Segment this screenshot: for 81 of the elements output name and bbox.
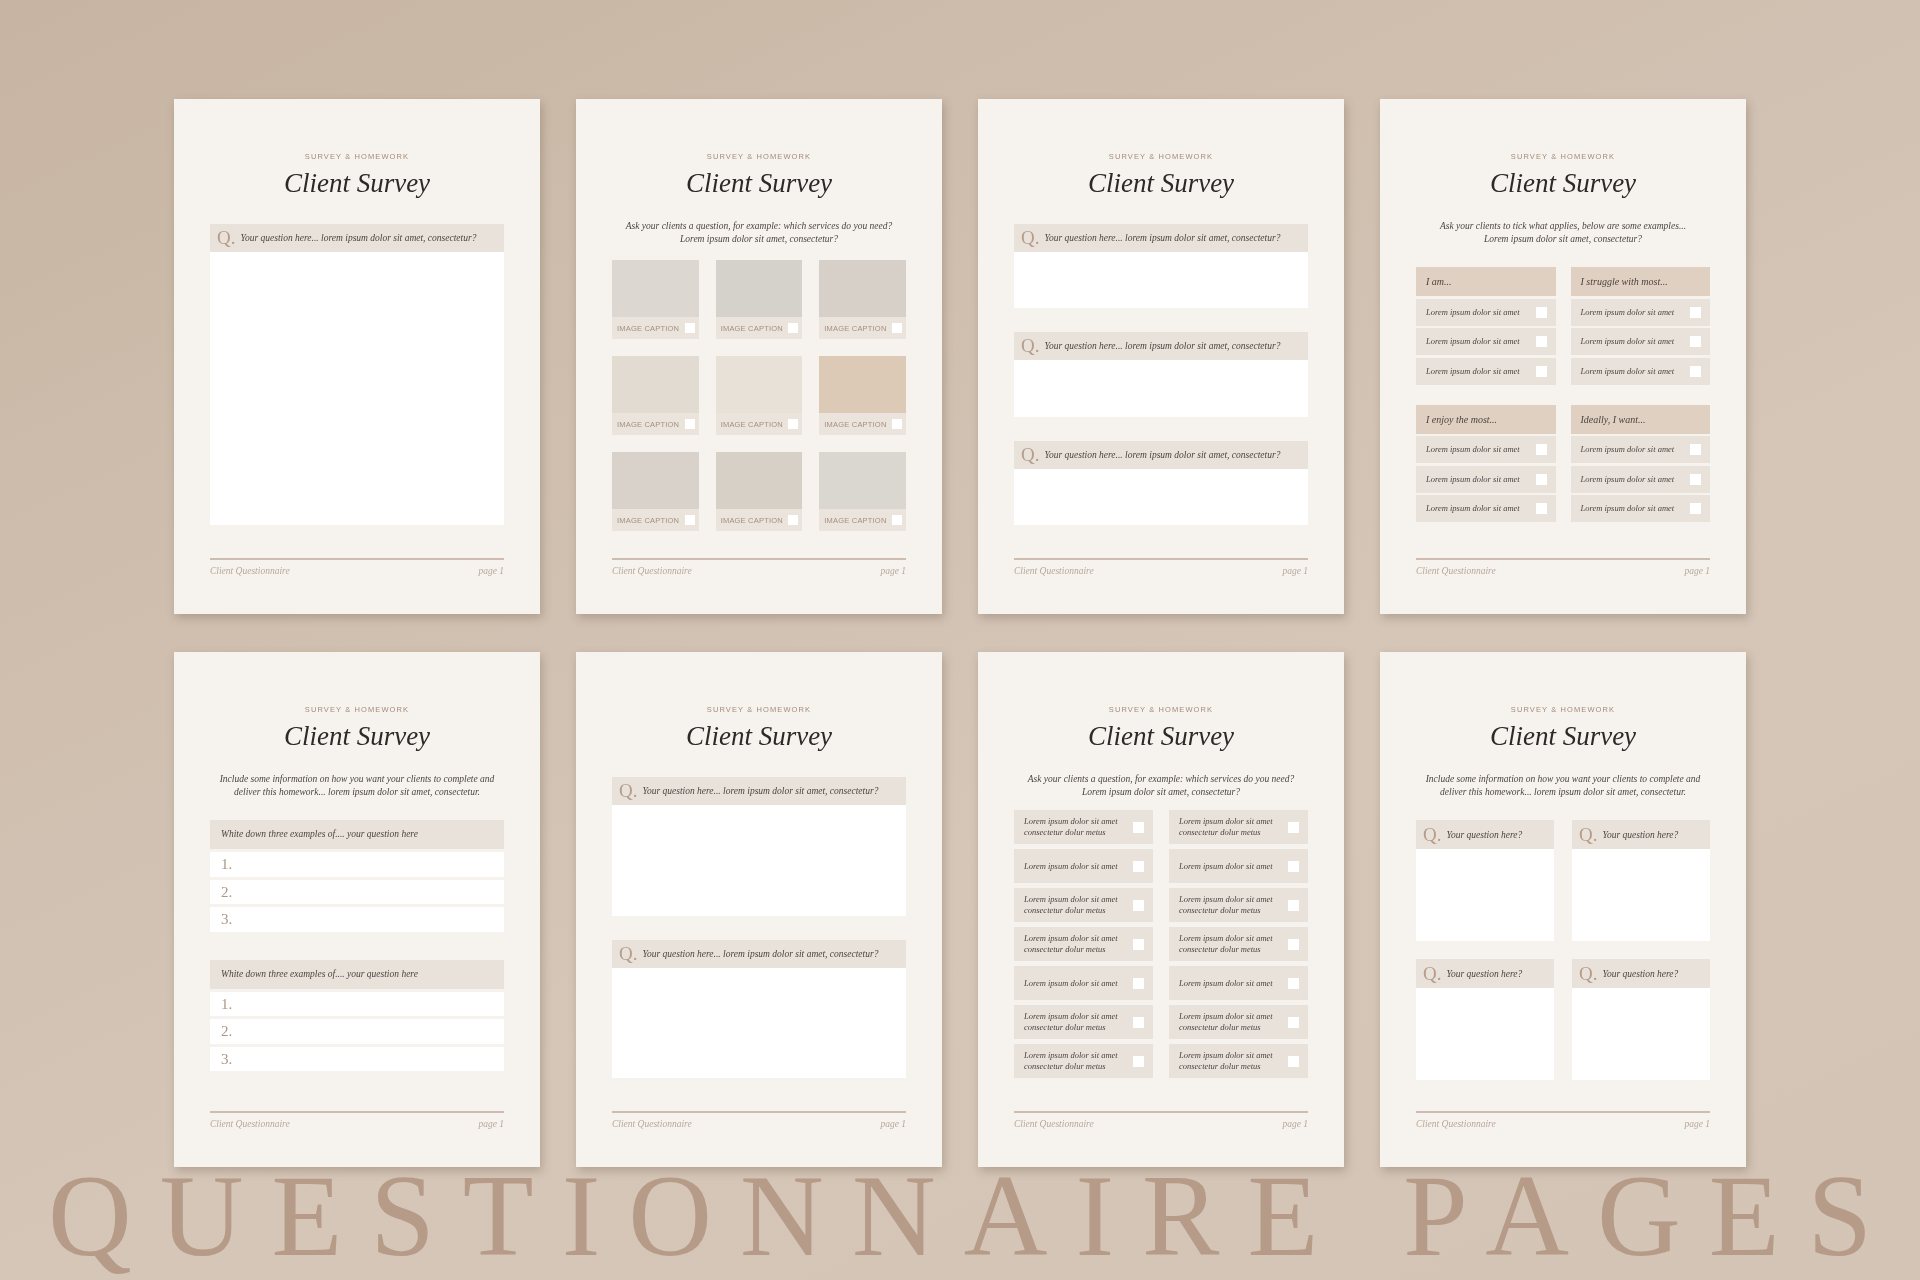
option-text: Lorem ipsum dolor sit amet xyxy=(1179,977,1273,989)
option-text: Lorem ipsum dolor sit amet consectetur dolur metus xyxy=(1024,1011,1118,1033)
question-marker: Q. xyxy=(1021,336,1040,357)
footer-title: Client Questionnaire xyxy=(210,565,290,577)
question-text: Your question here... lorem ipsum dolor sit amet, consectetur? xyxy=(1044,340,1281,353)
footer-title: Client Questionnaire xyxy=(1014,1118,1094,1130)
option-text: Lorem ipsum dolor sit amet xyxy=(1580,306,1675,318)
option-text: Lorem ipsum dolor sit amet xyxy=(1426,473,1520,485)
question-marker: Q. xyxy=(1423,824,1442,845)
question-text: Your question here... lorem ipsum dolor sit amet, consectetur? xyxy=(642,947,879,960)
question-marker: Q. xyxy=(217,228,236,248)
option-text: Lorem ipsum dolor sit amet consectetur dolur metus xyxy=(1179,1011,1273,1033)
page-description: Ask your clients to tick what applies, below are some examples... Lorem ipsum dolor sit amet, consectetur? xyxy=(1439,220,1687,246)
option-text: Lorem ipsum dolor sit amet consectetur dolur metus xyxy=(1179,894,1273,916)
page-title: Client Survey xyxy=(1087,167,1235,199)
footer-title: Client Questionnaire xyxy=(1416,1118,1496,1130)
page-description: Include some information on how you want your clients to complete and deliver this homework... lorem ipsum dolor sit amet, consectetur. xyxy=(219,773,495,799)
page-title: Client Survey xyxy=(1087,720,1235,752)
option-text: Lorem ipsum dolor sit amet xyxy=(1580,503,1675,514)
option-text: Lorem ipsum dolor sit amet xyxy=(1179,860,1273,872)
page-number: page 1 xyxy=(1282,1118,1308,1130)
group-heading: I am... xyxy=(1416,267,1556,296)
option-text: Lorem ipsum dolor sit amet xyxy=(1024,860,1118,872)
footer-title: Client Questionnaire xyxy=(210,1118,290,1130)
option-text: Lorem ipsum dolor sit amet consectetur dolur metus xyxy=(1179,933,1273,955)
group-heading: I struggle with most... xyxy=(1570,267,1710,296)
option-text: Lorem ipsum dolor sit amet xyxy=(1426,306,1520,318)
prompt-heading: White down three examples of.... your question here xyxy=(210,959,504,989)
question-marker: Q. xyxy=(619,943,638,964)
question-text: Your question here... lorem ipsum dolor sit amet, consectetur? xyxy=(1044,448,1281,461)
option-text: Lorem ipsum dolor sit amet xyxy=(1024,977,1118,989)
page-title: Client Survey xyxy=(283,720,431,752)
footer-title: Client Questionnaire xyxy=(612,1118,692,1130)
option-text: Lorem ipsum dolor sit amet xyxy=(1580,444,1675,455)
prompt-heading: White down three examples of.... your question here xyxy=(210,820,504,849)
footer-title: Client Questionnaire xyxy=(1014,565,1094,577)
option-text: Lorem ipsum dolor sit amet xyxy=(1426,444,1520,455)
footer-title: Client Questionnaire xyxy=(1416,565,1496,577)
page-title: Client Survey xyxy=(283,167,431,199)
option-text: Lorem ipsum dolor sit amet xyxy=(1426,336,1520,347)
page-title: Client Survey xyxy=(685,720,833,752)
option-text: Lorem ipsum dolor sit amet xyxy=(1580,473,1675,485)
page-title: Client Survey xyxy=(1489,167,1637,199)
page-number: page 1 xyxy=(1684,565,1710,577)
footer-title: Client Questionnaire xyxy=(612,565,692,577)
page-number: page 1 xyxy=(1282,565,1308,577)
question-text: Your question here? xyxy=(1602,828,1679,841)
page-number: page 1 xyxy=(880,565,906,577)
page-title: Client Survey xyxy=(1489,720,1637,752)
question-marker: Q. xyxy=(1423,963,1442,984)
page-number: page 1 xyxy=(1684,1118,1710,1130)
option-text: Lorem ipsum dolor sit amet consectetur dolur metus xyxy=(1024,933,1118,955)
page-description: Ask your clients a question, for example: which services do you need? Lorem ipsum dolor sit amet, consectetur? xyxy=(625,220,893,246)
question-marker: Q. xyxy=(1579,824,1598,845)
question-text: Your question here? xyxy=(1446,967,1523,980)
group-heading: I enjoy the most... xyxy=(1416,404,1556,434)
page-number: page 1 xyxy=(478,1118,504,1130)
page-description: Ask your clients a question, for example: which services do you need? Lorem ipsum dolor sit amet, consectetur? xyxy=(1027,773,1295,799)
question-text: Your question here... lorem ipsum dolor sit amet, consectetur? xyxy=(240,232,477,244)
option-text: Lorem ipsum dolor sit amet xyxy=(1426,503,1520,514)
option-text: Lorem ipsum dolor sit amet xyxy=(1580,336,1675,347)
page-description: Include some information on how you want your clients to complete and deliver this homework... lorem ipsum dolor sit amet, consectetur. xyxy=(1425,773,1701,799)
page-title: Client Survey xyxy=(685,167,833,199)
option-text: Lorem ipsum dolor sit amet xyxy=(1580,365,1675,377)
question-text: Your question here... lorem ipsum dolor sit amet, consectetur? xyxy=(1044,232,1281,244)
page-number: page 1 xyxy=(478,565,504,577)
question-text: Your question here? xyxy=(1602,967,1679,980)
page-number: page 1 xyxy=(880,1118,906,1130)
option-text: Lorem ipsum dolor sit amet consectetur dolur metus xyxy=(1024,816,1118,838)
question-marker: Q. xyxy=(1021,444,1040,465)
option-text: Lorem ipsum dolor sit amet consectetur dolur metus xyxy=(1024,1050,1118,1072)
question-text: Your question here... lorem ipsum dolor sit amet, consectetur? xyxy=(642,785,879,797)
option-text: Lorem ipsum dolor sit amet consectetur dolur metus xyxy=(1179,1050,1273,1072)
group-heading: Ideally, I want... xyxy=(1570,404,1710,434)
option-text: Lorem ipsum dolor sit amet xyxy=(1426,365,1520,377)
question-text: Your question here? xyxy=(1446,828,1523,841)
question-marker: Q. xyxy=(619,781,638,801)
question-marker: Q. xyxy=(1579,963,1598,984)
option-text: Lorem ipsum dolor sit amet consectetur dolur metus xyxy=(1024,894,1118,916)
question-marker: Q. xyxy=(1021,228,1040,248)
option-text: Lorem ipsum dolor sit amet consectetur dolur metus xyxy=(1179,816,1273,838)
